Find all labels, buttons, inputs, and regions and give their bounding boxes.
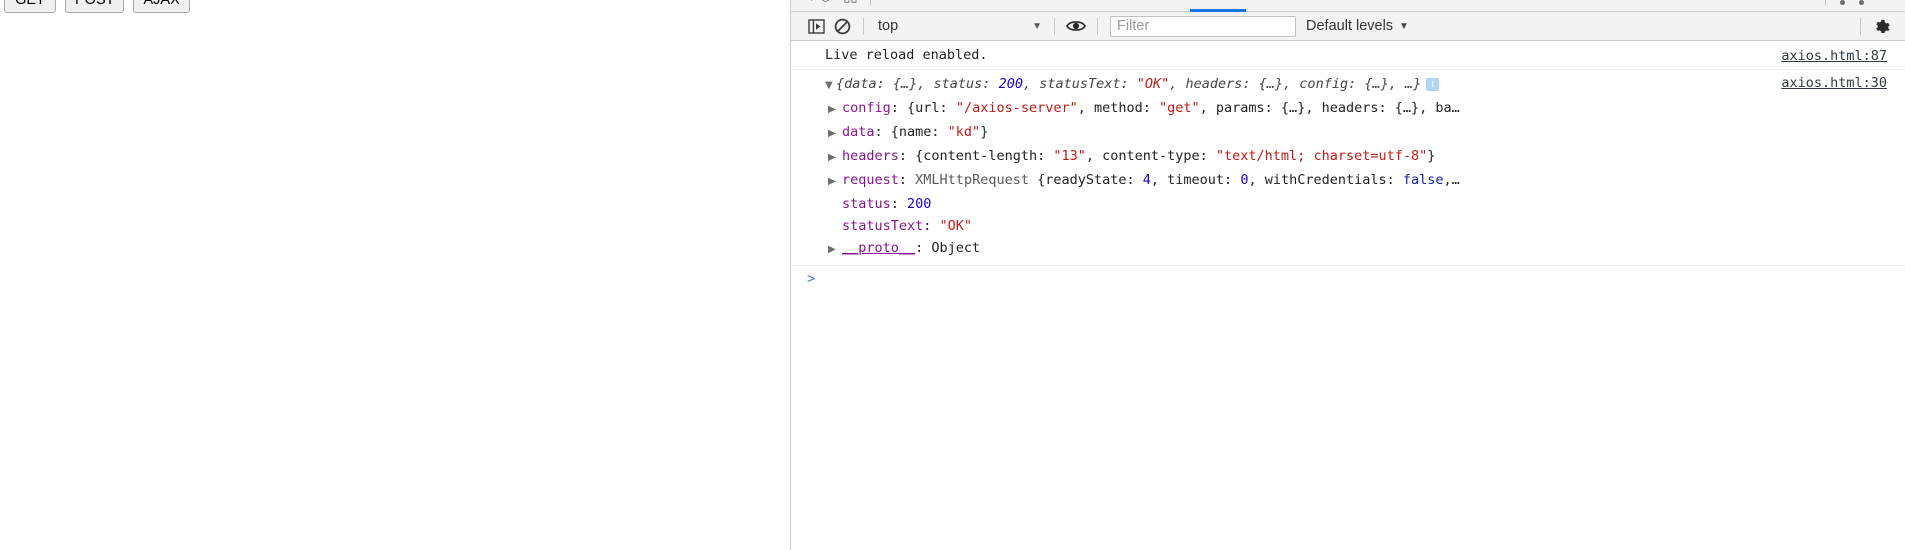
console-token: config bbox=[842, 100, 891, 116]
console-token: , headers: {…}, config: {…}, …} bbox=[1169, 76, 1422, 92]
object-summary-row[interactable]: ▼ {data: {…}, status: 200, statusText: "O… bbox=[791, 73, 1895, 97]
console-token: 200 bbox=[907, 196, 932, 212]
inspect-element-icon[interactable]: ↗⬡ bbox=[809, 0, 831, 6]
console-token: : {name: bbox=[874, 124, 948, 140]
devtools-settings-dot-icon[interactable] bbox=[1859, 0, 1864, 5]
console-message-row[interactable]: Live reload enabled. axios.html:87 bbox=[791, 42, 1905, 70]
log-levels-label: Default levels bbox=[1306, 18, 1394, 34]
expand-triangle-icon[interactable]: ▶ bbox=[828, 99, 839, 121]
object-property-row[interactable]: statusText: "OK" bbox=[791, 215, 1895, 237]
object-property-row[interactable]: ▶ headers: {content-length: "13", content… bbox=[791, 145, 1895, 169]
info-badge-icon[interactable]: i bbox=[1426, 77, 1440, 91]
console-token: , method: bbox=[1077, 100, 1160, 116]
chevron-down-icon-levels: ▼ bbox=[1399, 20, 1409, 32]
console-token: , withCredentials: bbox=[1248, 172, 1403, 188]
close-devtools-icon[interactable]: ⋯ bbox=[1878, 0, 1891, 6]
device-toolbar-icon[interactable]: ▯▯ bbox=[843, 0, 857, 6]
object-summary-text: {data: {…}, status: 200, statusText: "OK… bbox=[836, 76, 1421, 92]
console-token: false bbox=[1402, 172, 1444, 188]
console-source-link[interactable]: axios.html:87 bbox=[1781, 47, 1887, 66]
expand-triangle-icon[interactable]: ▼ bbox=[825, 75, 836, 97]
devtools-tab-strip: ↗⬡ ▯▯ ⋯ bbox=[791, 0, 1905, 12]
live-expression-eye-icon[interactable] bbox=[1063, 14, 1089, 38]
console-token: XMLHttpRequest bbox=[915, 172, 1029, 188]
gear-icon[interactable] bbox=[1869, 14, 1895, 38]
console-token: "kd" bbox=[947, 124, 981, 140]
console-token: , content-type: bbox=[1085, 148, 1216, 164]
clear-console-icon[interactable] bbox=[829, 14, 855, 38]
console-token: __proto__ bbox=[842, 240, 916, 256]
expand-triangle-icon[interactable]: ▶ bbox=[828, 147, 839, 169]
console-token: : {url: bbox=[890, 100, 956, 116]
console-token: status bbox=[842, 196, 891, 212]
console-token: } bbox=[980, 124, 989, 140]
object-property-row[interactable]: ▶ __proto__: Object bbox=[791, 237, 1895, 261]
toolbar-divider bbox=[869, 0, 871, 5]
object-property-row[interactable]: ▶ config: {url: "/axios-server", method: … bbox=[791, 97, 1895, 121]
toolbar-separator-3 bbox=[1097, 17, 1098, 35]
execution-context-dropdown[interactable]: top ▼ bbox=[872, 14, 1046, 38]
console-token: statusText bbox=[842, 218, 924, 234]
console-token: , timeout: bbox=[1150, 172, 1241, 188]
toolbar-separator-2 bbox=[1054, 17, 1055, 35]
console-token: "/axios-server" bbox=[955, 100, 1078, 116]
chevron-down-icon: ▼ bbox=[1032, 20, 1042, 32]
console-token: "OK" bbox=[1136, 76, 1170, 92]
toolbar-divider-right bbox=[1825, 0, 1826, 5]
console-token: "OK" bbox=[939, 218, 973, 234]
devtools-right-tools: ⋯ bbox=[1825, 0, 1891, 6]
post-button[interactable]: POST bbox=[65, 0, 125, 13]
console-token: ,… bbox=[1443, 172, 1460, 188]
page-button-group: GET POST AJAX bbox=[4, 0, 190, 13]
devtools-inspect-tools: ↗⬡ ▯▯ bbox=[809, 0, 871, 6]
object-property-row[interactable]: ▶ data: {name: "kd"} bbox=[791, 121, 1895, 145]
execution-context-label: top bbox=[878, 18, 899, 34]
console-token: : bbox=[923, 218, 940, 234]
console-token: {data: {…}, status: bbox=[836, 76, 999, 92]
expand-triangle-icon[interactable]: ▶ bbox=[828, 123, 839, 145]
console-token: headers bbox=[842, 148, 899, 164]
console-token: request bbox=[842, 172, 899, 188]
console-token: : bbox=[898, 172, 916, 188]
console-token: "text/html; charset=utf-8" bbox=[1215, 148, 1428, 164]
console-token: {readyState: bbox=[1028, 172, 1143, 188]
prompt-caret-icon: > bbox=[807, 271, 816, 287]
console-token: data bbox=[842, 124, 875, 140]
console-token: : bbox=[915, 240, 932, 256]
console-message-list[interactable]: Live reload enabled. axios.html:87 axios… bbox=[791, 42, 1905, 550]
console-sidebar-toggle-icon[interactable] bbox=[803, 14, 829, 38]
ajax-button[interactable]: AJAX bbox=[133, 0, 190, 13]
log-levels-dropdown[interactable]: Default levels ▼ bbox=[1306, 14, 1409, 38]
expand-triangle-icon[interactable]: ▶ bbox=[828, 239, 839, 261]
console-prompt-row[interactable]: > bbox=[791, 266, 1905, 292]
toolbar-separator-1 bbox=[863, 17, 864, 35]
console-filter-input[interactable]: Filter bbox=[1110, 15, 1296, 37]
expand-triangle-icon[interactable]: ▶ bbox=[828, 171, 839, 193]
console-toolbar: top ▼ Filter Default levels ▼ bbox=[791, 12, 1905, 41]
object-property-row[interactable]: status: 200 bbox=[791, 193, 1895, 215]
console-token: 200 bbox=[998, 76, 1023, 92]
screenshot-root: GET POST AJAX ↗⬡ ▯▯ ⋯ bbox=[0, 0, 1905, 550]
console-token: , params: {…}, headers: {…}, ba… bbox=[1199, 100, 1460, 116]
web-page-pane: GET POST AJAX bbox=[0, 0, 790, 550]
console-token: : bbox=[890, 196, 908, 212]
console-token: "13" bbox=[1053, 148, 1086, 164]
toolbar-separator-4 bbox=[1860, 17, 1861, 35]
console-token: : {content-length: bbox=[898, 148, 1054, 164]
object-property-row[interactable]: ▶ request: XMLHttpRequest {readyState: 4,… bbox=[791, 169, 1895, 193]
console-token: 4 bbox=[1142, 172, 1151, 188]
console-token: "get" bbox=[1159, 100, 1200, 116]
get-button[interactable]: GET bbox=[4, 0, 56, 13]
console-object-group[interactable]: axios.html:30 ▼ {data: {…}, status: 200, … bbox=[791, 70, 1905, 266]
console-token: , statusText: bbox=[1022, 76, 1137, 92]
console-message-text: Live reload enabled. bbox=[825, 47, 988, 63]
more-tabs-icon[interactable] bbox=[1840, 0, 1845, 5]
devtools-panel: ↗⬡ ▯▯ ⋯ bbox=[790, 0, 1905, 550]
object-property-list: ▶ config: {url: "/axios-server", method: … bbox=[791, 97, 1895, 261]
console-token: } bbox=[1427, 148, 1436, 164]
console-token: Object bbox=[931, 240, 981, 256]
